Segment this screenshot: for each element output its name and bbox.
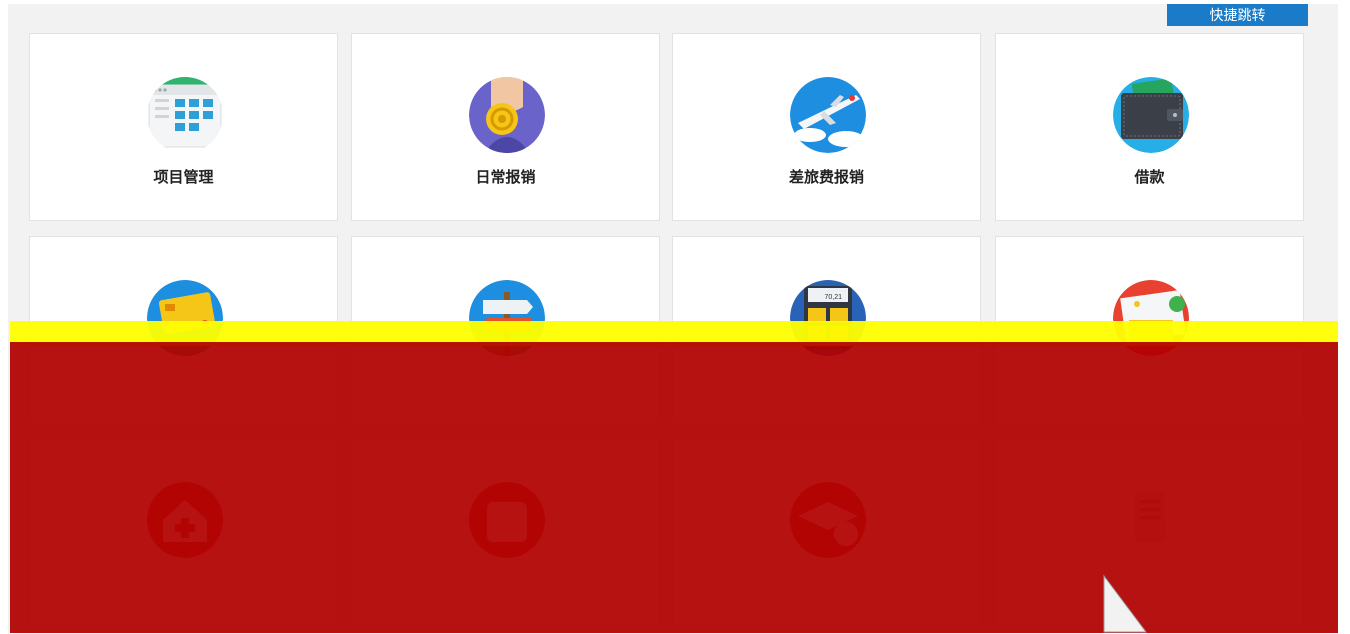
tile-project-management[interactable]: 项目管理 bbox=[29, 33, 338, 221]
airplane-icon bbox=[790, 77, 866, 153]
tile-label: 借款 bbox=[1134, 169, 1165, 186]
tile-label: 差旅费报销 bbox=[788, 169, 864, 186]
svg-text:70,21: 70,21 bbox=[824, 294, 842, 301]
tile-loan[interactable]: 借款 bbox=[995, 33, 1304, 221]
wallet-icon bbox=[1113, 77, 1189, 153]
tile-label: 日常报销 bbox=[475, 169, 536, 186]
tile-daily-reimbursement[interactable]: 日常报销 bbox=[351, 33, 660, 221]
coin-hand-icon bbox=[469, 77, 545, 153]
tile-travel-reimbursement[interactable]: 差旅费报销 bbox=[672, 33, 981, 221]
project-management-icon bbox=[147, 77, 223, 153]
mouse-cursor-icon bbox=[1103, 574, 1147, 633]
tile-label: 项目管理 bbox=[153, 169, 214, 186]
quick-jump-button[interactable]: 快捷跳转 bbox=[1167, 4, 1308, 26]
